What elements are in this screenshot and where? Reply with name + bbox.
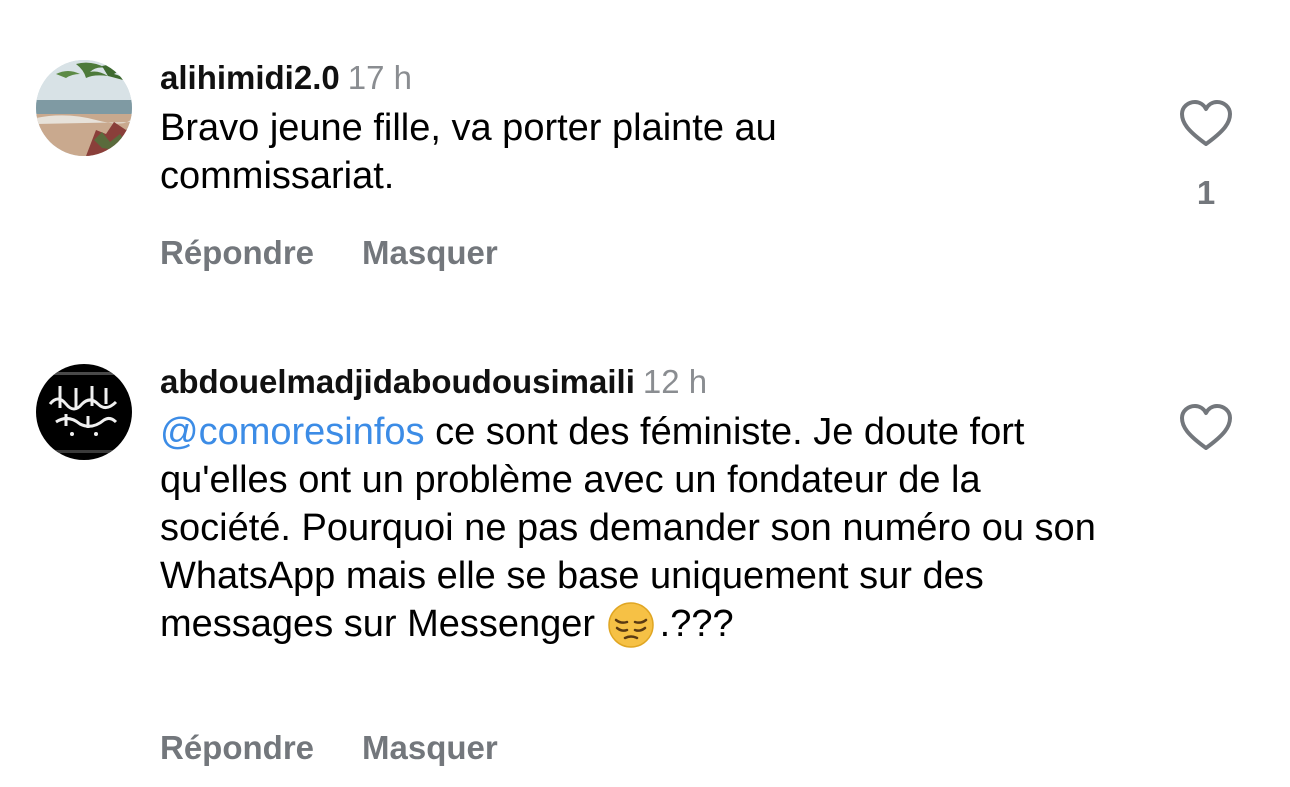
heart-icon xyxy=(1180,100,1232,146)
comment-actions: Répondre Masquer xyxy=(160,729,498,767)
mention-link[interactable]: @comoresinfos xyxy=(160,411,425,453)
comment-username[interactable]: abdouelmadjidaboudousimaili xyxy=(160,363,635,400)
like-button[interactable] xyxy=(1178,98,1234,150)
beach-avatar-image xyxy=(36,60,132,156)
hide-button[interactable]: Masquer xyxy=(362,729,498,766)
comment-actions: Répondre Masquer xyxy=(160,234,498,272)
avatar[interactable] xyxy=(36,60,132,156)
comment-timestamp: 17 h xyxy=(347,59,412,96)
comment-body-end: .??? xyxy=(659,603,734,645)
comment-timestamp: 12 h xyxy=(642,363,708,400)
hide-button[interactable]: Masquer xyxy=(362,234,498,271)
comment-text: Bravo jeune fille, va porter plainte au … xyxy=(160,107,777,197)
comment-text: @comoresinfos ce sont des féministe. Je … xyxy=(160,408,1120,648)
like-button[interactable] xyxy=(1178,402,1234,454)
like-count: 1 xyxy=(1196,174,1216,211)
avatar[interactable] xyxy=(36,364,132,460)
comment-username[interactable]: alihimidi2.0 xyxy=(160,59,340,96)
pensive-face-emoji-icon xyxy=(606,600,660,648)
calligraphy-avatar-image xyxy=(36,364,132,460)
heart-icon xyxy=(1180,404,1232,450)
reply-button[interactable]: Répondre xyxy=(160,729,314,766)
reply-button[interactable]: Répondre xyxy=(160,234,314,271)
